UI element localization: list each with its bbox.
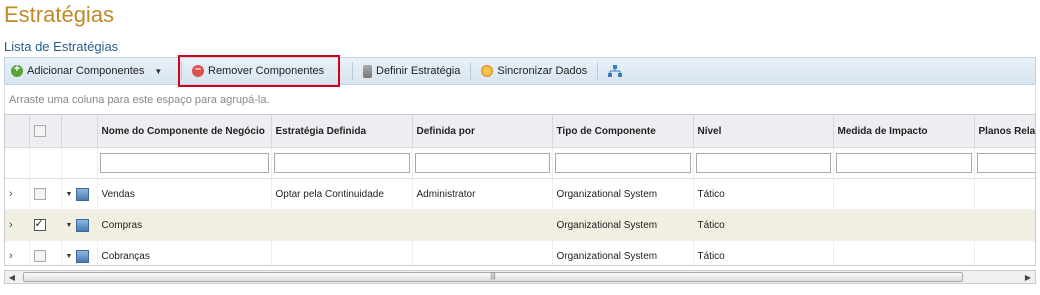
actions-header [61,115,98,148]
horizontal-scrollbar[interactable]: ◀ ||| ▶ [4,270,1036,284]
cell-level: Tático [693,178,834,210]
page-subtitle: Lista de Estratégias [4,39,119,54]
edit-icon[interactable] [76,249,90,263]
scroll-left-icon[interactable]: ◀ [5,273,19,282]
table-row[interactable]: › ▼ Vendas Optar pela Continuidade Admin… [5,178,1035,210]
table-row[interactable]: › ▼ Compras Organizational System Tático [5,209,1035,241]
expand-row-icon[interactable]: › [9,219,13,231]
add-components-label: Adicionar Componentes [27,65,145,77]
column-header[interactable]: Nível [693,115,834,148]
filter-input[interactable] [273,153,410,173]
filter-input[interactable] [976,153,1035,173]
cell-name: Vendas [97,178,272,210]
column-header[interactable]: Medida de Impacto [833,115,975,148]
expand-header [5,115,30,148]
toolbar-separator [470,62,472,80]
select-all-header [29,115,62,148]
column-header[interactable]: Planos Relac [974,115,1035,148]
scroll-thumb[interactable]: ||| [23,272,963,282]
cell-impact [833,209,975,241]
edit-icon[interactable] [76,218,90,232]
toolbar: Adicionar Componentes ▼ Remover Componen… [4,57,1036,85]
sync-icon [481,65,494,77]
select-all-checkbox[interactable] [33,125,46,137]
column-header[interactable]: Definida por [412,115,553,148]
row-menu-icon[interactable]: ▼ [66,191,73,198]
expand-row-icon[interactable]: › [9,250,13,262]
cell-strategy: Optar pela Continuidade [271,178,413,210]
sync-data-button[interactable]: Sincronizar Dados [475,60,593,82]
filter-input[interactable] [414,153,550,173]
row-checkbox[interactable] [33,250,46,262]
scroll-track[interactable]: ||| [19,272,1021,282]
row-menu-icon[interactable]: ▼ [66,222,73,229]
add-components-button[interactable]: Adicionar Componentes ▼ [5,60,177,82]
cell-name: Cobranças [97,240,272,265]
hierarchy-icon [608,65,623,77]
cell-plans [974,209,1035,241]
column-header[interactable]: Estratégia Definida [271,115,413,148]
cell-type: Organizational System [552,178,694,210]
group-by-hint: Arraste uma coluna para este espaço para… [4,86,1036,114]
cell-level: Tático [693,209,834,241]
define-strategy-button[interactable]: Definir Estratégia [357,60,466,82]
cell-strategy [271,209,413,241]
filter-row [5,147,1035,179]
cell-impact [833,240,975,265]
cell-defined-by [412,240,553,265]
cell-strategy [271,240,413,265]
strategies-grid: Nome do Componente de Negócio Estratégia… [4,114,1036,266]
add-icon [11,63,23,77]
expand-row-icon[interactable]: › [9,188,13,200]
define-strategy-label: Definir Estratégia [376,65,461,77]
cell-type: Organizational System [552,209,694,241]
edit-icon[interactable] [76,187,90,201]
column-header[interactable]: Nome do Componente de Negócio [97,115,272,148]
cell-impact [833,178,975,210]
remove-button-highlight [178,55,340,87]
table-row[interactable]: › ▼ Cobranças Organizational System Táti… [5,240,1035,265]
hierarchy-button[interactable] [602,60,632,82]
row-checkbox[interactable] [33,188,46,200]
row-checkbox[interactable] [33,217,46,231]
cell-defined-by: Administrator [412,178,553,210]
cell-name: Compras [97,209,272,241]
cell-plans [974,178,1035,210]
filter-input[interactable] [695,153,831,173]
filter-input[interactable] [99,153,269,173]
cell-level: Tático [693,240,834,265]
document-icon [363,64,372,78]
column-header[interactable]: Tipo de Componente [552,115,694,148]
filter-input[interactable] [554,153,691,173]
row-menu-icon[interactable]: ▼ [66,253,73,260]
toolbar-separator [597,62,599,80]
cell-type: Organizational System [552,240,694,265]
sync-data-label: Sincronizar Dados [497,65,588,77]
page-title: Estratégias [4,2,115,27]
filter-input[interactable] [835,153,972,173]
cell-plans [974,240,1035,265]
cell-defined-by [412,209,553,241]
toolbar-separator [352,62,353,80]
scroll-right-icon[interactable]: ▶ [1021,273,1035,282]
chevron-down-icon[interactable]: ▼ [154,67,162,76]
